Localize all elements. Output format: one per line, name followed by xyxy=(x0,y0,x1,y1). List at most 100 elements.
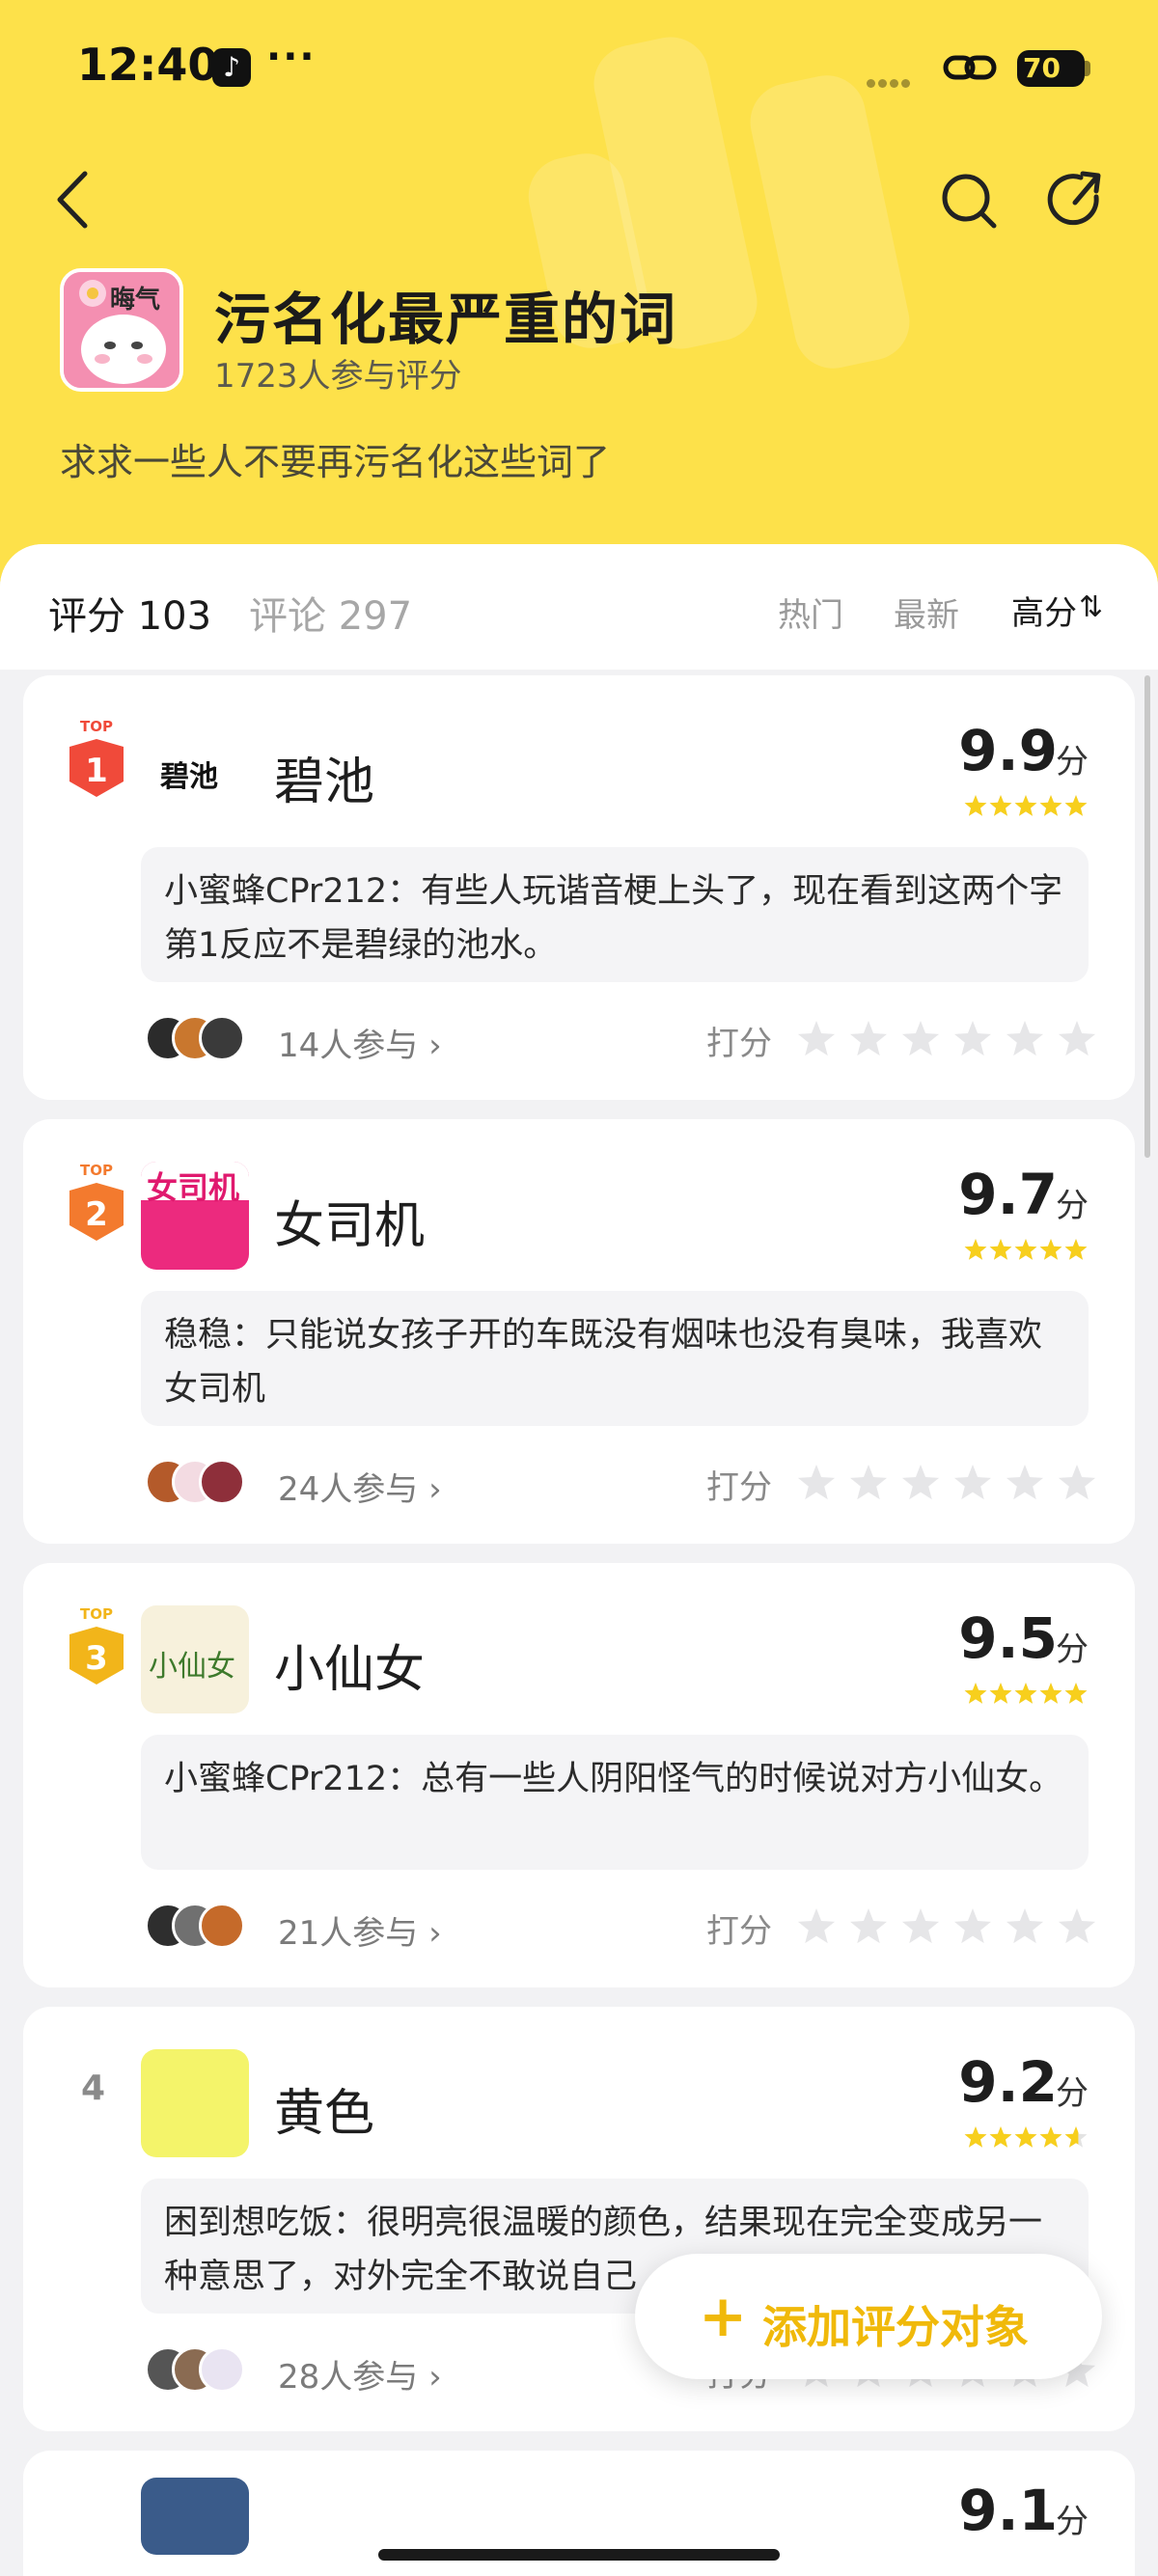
sort-hot-button[interactable]: 热门 xyxy=(778,589,843,636)
rating-item-card[interactable]: TOP 1 碧池 碧池 9.9 分 小蜜蜂CPr212：有些人玩谐音梗上头了，现… xyxy=(23,675,1135,1100)
star-icon xyxy=(1014,1683,1037,1704)
topic-description: 求求一些人不要再污名化这些词了 xyxy=(60,441,611,483)
score-stars xyxy=(964,2126,1088,2148)
tab-rating[interactable]: 评分 103 xyxy=(48,585,211,641)
participant-avatars[interactable] xyxy=(145,1015,270,1063)
rank-number: 2 xyxy=(85,1195,108,1234)
rank-number: 4 xyxy=(81,2069,106,2108)
link-icon xyxy=(943,55,997,80)
scrollbar[interactable] xyxy=(1144,675,1150,1158)
item-thumbnail: 女司机 xyxy=(141,1162,249,1270)
item-thumbnail: 小仙女 xyxy=(141,1605,249,1713)
avatar xyxy=(199,1903,245,1949)
home-indicator[interactable] xyxy=(378,2549,780,2561)
star-icon xyxy=(1058,1021,1096,1056)
battery-icon: 70 xyxy=(1017,50,1085,87)
item-name: 黄色 xyxy=(274,2085,375,2143)
top-comment[interactable]: 小蜜蜂CPr212：有些人玩谐音梗上头了，现在看到这两个字第1反应不是碧绿的池水… xyxy=(141,847,1089,982)
item-thumbnail xyxy=(141,2049,249,2157)
sort-order-icon[interactable]: ⇅ xyxy=(1079,590,1103,624)
star-icon xyxy=(964,2126,987,2148)
item-thumbnail-text: 女司机 xyxy=(147,1169,240,1206)
star-icon xyxy=(849,1465,888,1500)
topic-avatar-text: 晦气 xyxy=(110,286,161,315)
score-unit: 分 xyxy=(1056,743,1089,781)
star-icon xyxy=(989,795,1012,816)
item-thumbnail-text: 碧池 xyxy=(160,760,218,794)
star-icon xyxy=(1039,795,1062,816)
rank-top-label: TOP xyxy=(80,1605,113,1623)
item-score: 9.1 xyxy=(958,2478,1058,2543)
sort-highest-button[interactable]: 高分 xyxy=(1011,587,1077,634)
rank-top-label: TOP xyxy=(80,718,113,735)
star-icon xyxy=(849,1021,888,1056)
share-icon[interactable] xyxy=(1046,170,1108,232)
score-unit: 分 xyxy=(1056,2074,1089,2113)
star-icon xyxy=(901,1908,940,1944)
item-score: 9.9 xyxy=(958,718,1058,783)
half-star-icon xyxy=(797,1908,836,1944)
participant-count-link[interactable]: 14人参与 › xyxy=(278,1019,442,1066)
sort-newest-button[interactable]: 最新 xyxy=(894,589,959,636)
star-icon xyxy=(989,2126,1012,2148)
star-icon xyxy=(1014,795,1037,816)
star-icon xyxy=(1058,1908,1096,1944)
star-icon xyxy=(953,1908,992,1944)
rank-badge: TOP 1 xyxy=(69,718,124,797)
plus-icon: + xyxy=(699,2283,748,2350)
participant-count-link[interactable]: 21人参与 › xyxy=(278,1906,442,1954)
page-title: 污名化最严重的词 xyxy=(214,287,678,352)
status-time: 12:40 xyxy=(77,39,219,91)
star-icon xyxy=(1058,1465,1096,1500)
star-icon xyxy=(1039,1239,1062,1260)
rate-stars-input[interactable] xyxy=(795,1019,1110,1061)
participant-count-link[interactable]: 24人参与 › xyxy=(278,1463,442,1510)
rate-label: 打分 xyxy=(706,1025,772,1063)
add-rating-object-label: 添加评分对象 xyxy=(762,2301,1029,2353)
star-icon xyxy=(901,1465,940,1500)
half-star-icon xyxy=(797,1465,836,1500)
participant-avatars[interactable] xyxy=(145,1459,270,1507)
tab-comments[interactable]: 评论 297 xyxy=(249,585,412,641)
star-icon xyxy=(964,1683,987,1704)
rank-badge: TOP 2 xyxy=(69,1162,124,1241)
back-arrow-icon[interactable] xyxy=(50,166,98,233)
star-icon xyxy=(849,1908,888,1944)
star-icon xyxy=(1039,1683,1062,1704)
signal-icon xyxy=(867,73,924,88)
rating-item-card[interactable]: TOP 2 女司机 女司机 9.7 分 稳稳：只能说女孩子开的车既没有烟味也没有… xyxy=(23,1119,1135,1544)
star-icon xyxy=(1014,2126,1037,2148)
participant-avatars[interactable] xyxy=(145,2346,270,2395)
more-notifications-icon: ··· xyxy=(266,35,317,79)
avatar xyxy=(199,1015,245,1061)
score-stars xyxy=(964,795,1088,816)
rate-stars-input[interactable] xyxy=(795,1906,1110,1949)
participant-count-link[interactable]: 28人参与 › xyxy=(278,2350,442,2398)
status-bar: 12:40 ♪ ··· 70 xyxy=(0,0,1158,125)
star-icon xyxy=(1039,2126,1062,2148)
avatar xyxy=(199,1459,245,1505)
topic-participant-count: 1723人参与评分 xyxy=(214,357,462,396)
star-icon xyxy=(1064,1683,1088,1704)
top-comment[interactable]: 小蜜蜂CPr212：总有一些人阴阳怪气的时候说对方小仙女。 xyxy=(141,1735,1089,1870)
participant-avatars[interactable] xyxy=(145,1903,270,1951)
star-icon xyxy=(1014,1239,1037,1260)
score-unit: 分 xyxy=(1056,2503,1089,2541)
add-rating-object-button[interactable]: + 添加评分对象 xyxy=(635,2254,1102,2379)
item-thumbnail: 碧池 xyxy=(141,718,249,826)
score-stars xyxy=(964,1239,1088,1260)
rank-number: 1 xyxy=(85,752,108,790)
item-thumbnail xyxy=(141,2478,249,2555)
rate-stars-input[interactable] xyxy=(795,1463,1110,1505)
search-icon[interactable] xyxy=(938,170,1000,232)
rank-number: 3 xyxy=(85,1639,108,1678)
item-score: 9.2 xyxy=(958,2049,1058,2115)
rating-item-card[interactable]: TOP 3 小仙女 小仙女 9.5 分 小蜜蜂CPr212：总有一些人阴阳怪气的… xyxy=(23,1563,1135,1987)
star-icon xyxy=(964,1239,987,1260)
topic-avatar: 晦气 xyxy=(60,268,183,392)
star-icon xyxy=(989,1683,1012,1704)
rate-label: 打分 xyxy=(706,1468,772,1507)
top-comment[interactable]: 稳稳：只能说女孩子开的车既没有烟味也没有臭味，我喜欢女司机 xyxy=(141,1291,1089,1426)
star-icon xyxy=(953,1021,992,1056)
score-unit: 分 xyxy=(1056,1187,1089,1225)
